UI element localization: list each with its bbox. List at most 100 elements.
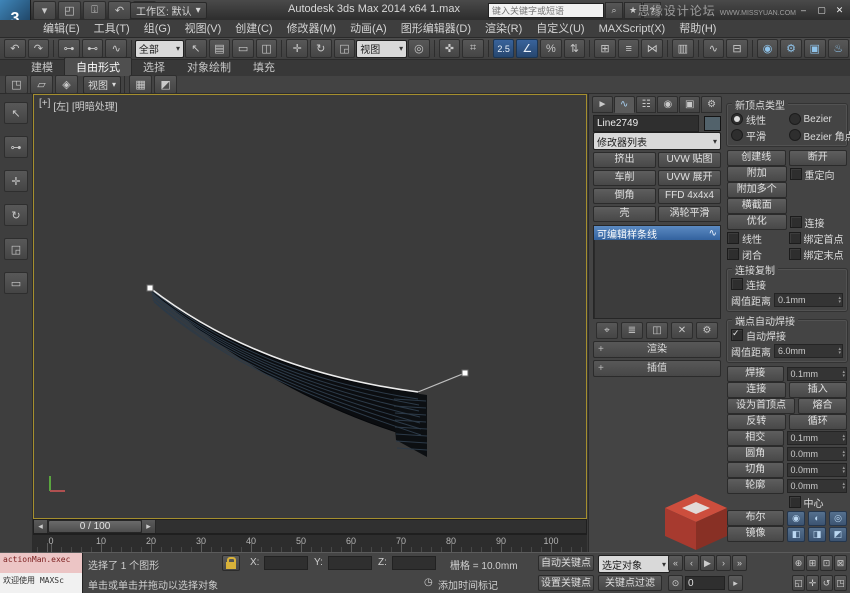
- zoom-extents-all-icon[interactable]: ⊠: [834, 555, 847, 571]
- spinner-arrows-icon[interactable]: ▴▾: [842, 482, 845, 490]
- orbit-icon[interactable]: ↺: [820, 575, 833, 591]
- clock-icon[interactable]: ◷: [424, 577, 433, 588]
- tab-display-icon[interactable]: ▣: [679, 96, 700, 113]
- coordinate-y-field[interactable]: [328, 556, 372, 570]
- window-crossing-toggle-icon[interactable]: ◫: [256, 39, 278, 58]
- zoom-icon[interactable]: ⊕: [792, 555, 805, 571]
- material-editor-icon[interactable]: ◉: [757, 39, 779, 58]
- play-animation-icon[interactable]: ▶: [700, 555, 715, 571]
- linear-checkbox[interactable]: [727, 232, 739, 244]
- render-setup-icon[interactable]: ⚙: [780, 39, 802, 58]
- remove-modifier-icon[interactable]: ✕: [671, 322, 693, 339]
- menu-maxscript[interactable]: MAXScript(X): [592, 20, 673, 38]
- viewport-shading-button[interactable]: [明暗处理]: [72, 98, 118, 113]
- boolean-subtract-icon[interactable]: ◐: [808, 511, 826, 526]
- tab-modify-icon[interactable]: ∿: [614, 96, 635, 113]
- tab-hierarchy-icon[interactable]: ☷: [636, 96, 657, 113]
- spinner-arrows-icon[interactable]: ▴▾: [842, 466, 845, 474]
- next-frame-arrow-icon[interactable]: ▸: [142, 520, 156, 533]
- fuse-button[interactable]: 熔合: [798, 398, 847, 414]
- close-icon[interactable]: ✕: [831, 2, 848, 18]
- mirror-icon[interactable]: ⋈: [641, 39, 663, 58]
- spinner-arrows-icon[interactable]: ▴▾: [838, 296, 841, 304]
- break-button[interactable]: 断开: [789, 150, 848, 166]
- select-and-scale-icon[interactable]: ◲: [334, 39, 356, 58]
- menu-modifiers[interactable]: 修改器(M): [280, 20, 344, 38]
- redo-scene-icon[interactable]: ↷: [28, 39, 50, 58]
- connect-threshold-spinner[interactable]: 0.1mm ▴▾: [774, 293, 843, 307]
- stack-item-editable-spline[interactable]: 可编辑样条线 ∿: [594, 226, 720, 240]
- fillet-spinner[interactable]: 0.0mm ▴▾: [787, 447, 848, 461]
- radio-bezier-corner[interactable]: [789, 129, 801, 141]
- modifier-button-bevel[interactable]: 倒角: [593, 188, 656, 204]
- ribbon-tab-selection[interactable]: 选择: [132, 58, 176, 76]
- select-and-link-icon[interactable]: ⊶: [58, 39, 80, 58]
- dock-link-icon[interactable]: ⊶: [4, 136, 28, 158]
- menu-create[interactable]: 创建(C): [228, 20, 279, 38]
- mirror-button[interactable]: 镜像: [727, 526, 784, 542]
- listener-macro-line[interactable]: actionMan.exec: [0, 553, 82, 573]
- auto-key-button[interactable]: 自动关键点: [538, 555, 594, 571]
- bind-first-checkbox[interactable]: [789, 232, 801, 244]
- schematic-view-icon[interactable]: ⊟: [726, 39, 748, 58]
- modifier-button-unwrap-uvw[interactable]: UVW 展开: [658, 170, 721, 186]
- rectangular-selection-region-icon[interactable]: ▭: [232, 39, 254, 58]
- previous-frame-icon[interactable]: ‹: [684, 555, 699, 571]
- modifier-list-dropdown[interactable]: 修改器列表 ▾: [593, 132, 721, 150]
- radio-smooth[interactable]: [731, 129, 743, 141]
- select-by-name-icon[interactable]: ▤: [209, 39, 231, 58]
- undo-icon[interactable]: ↶: [108, 1, 131, 20]
- modifier-button-ffd[interactable]: FFD 4x4x4: [658, 188, 721, 204]
- render-production-icon[interactable]: ♨: [828, 39, 850, 58]
- radio-linear[interactable]: [731, 113, 743, 125]
- set-key-button[interactable]: 设置关键点: [538, 575, 594, 591]
- outline-spinner[interactable]: 0.0mm ▴▾: [787, 479, 848, 493]
- maxscript-mini-listener[interactable]: actionMan.exec 欢迎使用 MAXSc: [0, 553, 83, 593]
- modifier-button-lathe[interactable]: 车削: [593, 170, 656, 186]
- refine-button[interactable]: 优化: [727, 214, 787, 230]
- cross-insert-spinner[interactable]: 0.1mm ▴▾: [787, 431, 848, 445]
- ribbon-tab-populate[interactable]: 填充: [242, 58, 286, 76]
- open-file-icon[interactable]: ◰: [58, 1, 81, 20]
- menu-views[interactable]: 视图(V): [178, 20, 229, 38]
- modifier-button-uvw-map[interactable]: UVW 贴图: [658, 152, 721, 168]
- dock-select-icon[interactable]: ↖: [4, 102, 28, 124]
- show-end-result-icon[interactable]: ≣: [621, 322, 643, 339]
- auto-weld-checkbox[interactable]: [731, 329, 743, 341]
- pan-icon[interactable]: ✛: [806, 575, 819, 591]
- add-time-tag[interactable]: 添加时间标记: [438, 577, 498, 592]
- zoom-extents-icon[interactable]: ⊡: [820, 555, 833, 571]
- selection-filter-dropdown[interactable]: 全部 ▾: [135, 40, 184, 58]
- key-mode-toggle-icon[interactable]: ⊙: [668, 575, 683, 591]
- viewport-view-button[interactable]: [左]: [53, 98, 69, 113]
- cycle-button[interactable]: 循环: [789, 414, 848, 430]
- configure-modifier-sets-icon[interactable]: ⚙: [696, 322, 718, 339]
- dock-scale-icon[interactable]: ◲: [4, 238, 28, 260]
- bind-to-space-warp-icon[interactable]: ∿: [105, 39, 127, 58]
- make-unique-icon[interactable]: ◫: [646, 322, 668, 339]
- fillet-button[interactable]: 圆角: [727, 446, 784, 462]
- select-and-rotate-icon[interactable]: ↻: [310, 39, 332, 58]
- menu-edit[interactable]: 编辑(E): [36, 20, 87, 38]
- listener-script-line[interactable]: 欢迎使用 MAXSc: [0, 573, 82, 593]
- bind-last-checkbox[interactable]: [789, 248, 801, 260]
- named-selection-sets-icon[interactable]: ⊞: [594, 39, 616, 58]
- ribbon-tool-icon-3[interactable]: ◈: [55, 75, 78, 94]
- connect-checkbox[interactable]: [790, 216, 802, 228]
- modifier-button-turbosmooth[interactable]: 涡轮平滑: [658, 206, 721, 222]
- curve-editor-icon[interactable]: ∿: [703, 39, 725, 58]
- undo-scene-icon[interactable]: ↶: [4, 39, 26, 58]
- go-to-end-icon[interactable]: »: [732, 555, 747, 571]
- rendered-frame-window-icon[interactable]: ▣: [804, 39, 826, 58]
- menu-animation[interactable]: 动画(A): [343, 20, 394, 38]
- search-input[interactable]: [488, 3, 604, 18]
- unlink-selection-icon[interactable]: ⊷: [82, 39, 104, 58]
- key-filters-button[interactable]: 关键点过滤器...: [598, 575, 662, 591]
- dock-rotate-icon[interactable]: ↻: [4, 204, 28, 226]
- zoom-region-icon[interactable]: ◱: [792, 575, 805, 591]
- maximize-viewport-toggle-icon[interactable]: ◳: [834, 575, 847, 591]
- minimize-icon[interactable]: –: [795, 2, 812, 18]
- ribbon-tab-object-paint[interactable]: 对象绘制: [176, 58, 242, 76]
- spline-vertex-end[interactable]: [462, 370, 468, 376]
- keyboard-override-icon[interactable]: ⌗: [462, 39, 484, 58]
